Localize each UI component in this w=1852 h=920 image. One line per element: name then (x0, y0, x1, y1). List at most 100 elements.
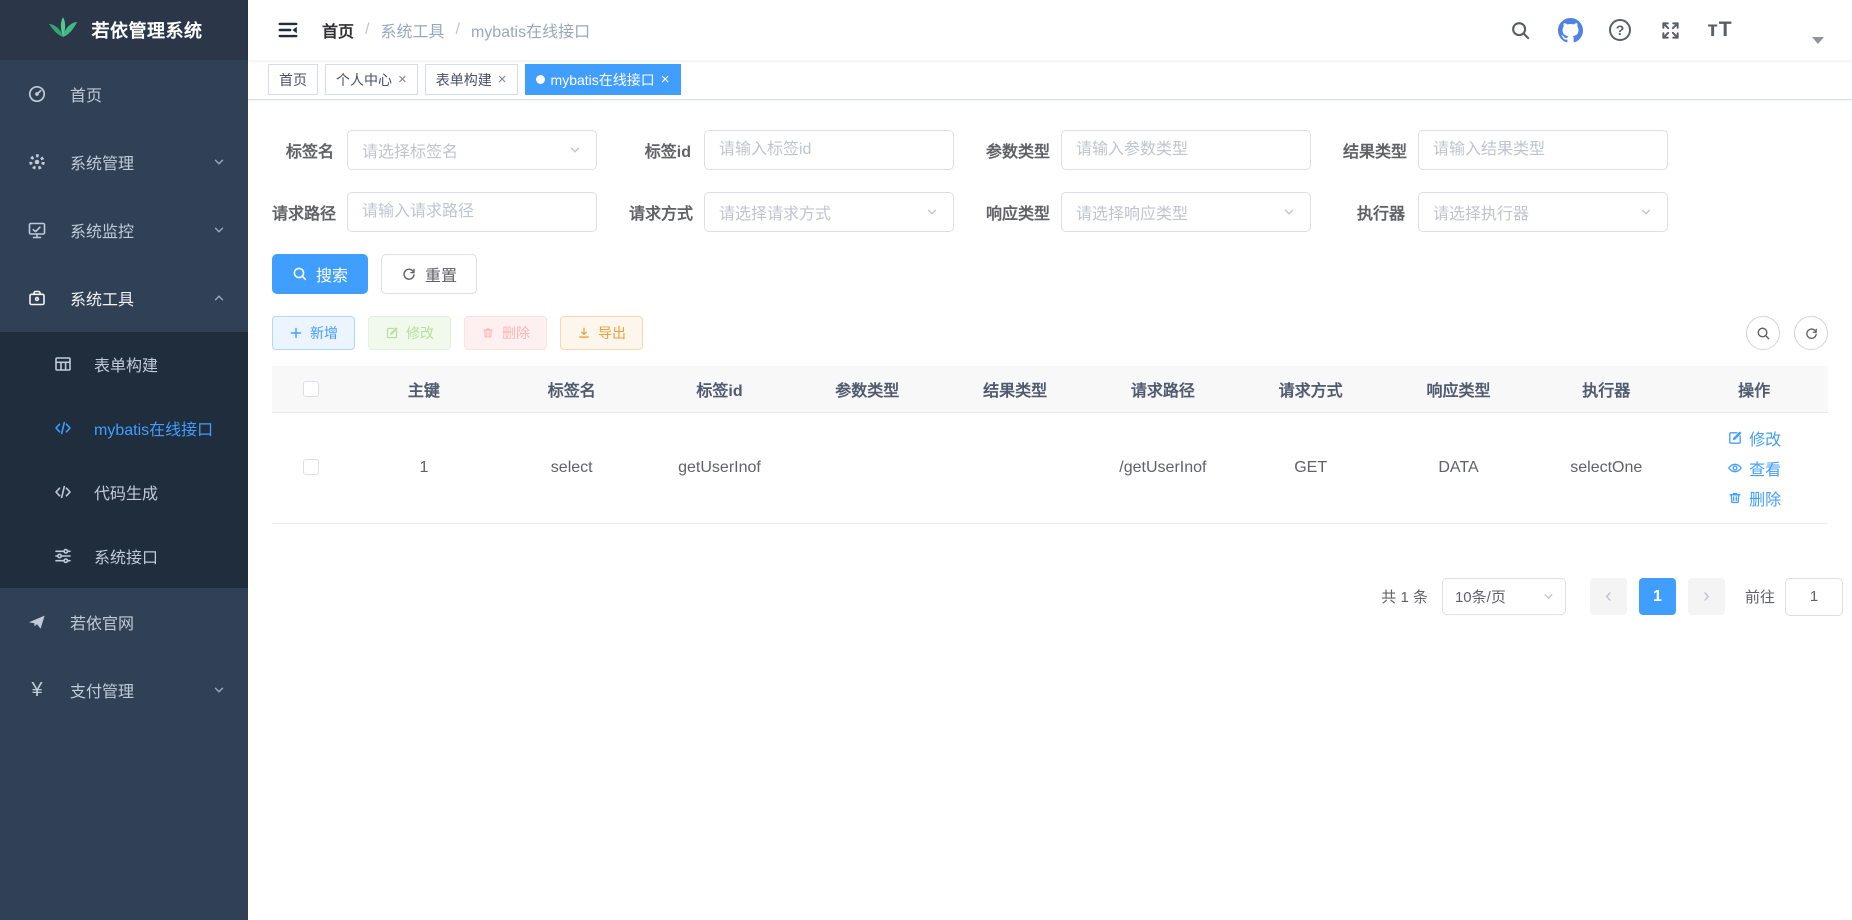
edit-button[interactable]: 修改 (368, 316, 451, 350)
filter-row-1: 标签名 请选择标签名 标签id 参数类型 结果类型 (272, 130, 1828, 170)
page-number-1[interactable]: 1 (1639, 578, 1676, 615)
chevron-up-icon (212, 291, 226, 305)
request-method-select[interactable]: 请选择请求方式 (704, 192, 954, 232)
row-actions: 修改 查看 (1727, 423, 1781, 513)
sidebar-item-label: 代码生成 (94, 480, 158, 504)
row-delete-link[interactable]: 删除 (1727, 483, 1781, 513)
goto-page-input[interactable] (1785, 578, 1843, 616)
filter-label: 参数类型 (986, 138, 1061, 162)
sidebar-item-system-api[interactable]: 系统接口 (0, 524, 248, 588)
tab-profile[interactable]: 个人中心 × (325, 64, 418, 95)
filter-row-2: 请求路径 请求方式 请选择请求方式 响应类型 请选择响应类型 (272, 192, 1828, 232)
close-icon[interactable]: × (661, 72, 670, 87)
sidebar-item-form-builder[interactable]: 表单构建 (0, 332, 248, 396)
chevron-down-icon (925, 205, 939, 219)
filter-label: 请求方式 (629, 200, 704, 224)
app-logo[interactable]: 若依管理系统 (0, 0, 248, 60)
cell-tag-name: select (498, 412, 646, 523)
tab-home[interactable]: 首页 (268, 64, 318, 95)
chevron-down-icon (1639, 205, 1653, 219)
response-type-select[interactable]: 请选择响应类型 (1061, 192, 1311, 232)
avatar[interactable] (1758, 7, 1804, 53)
filter-label: 标签id (629, 138, 704, 162)
table-row: 1 select getUserInof /getUserInof GET DA… (272, 412, 1828, 523)
user-menu[interactable] (1758, 7, 1824, 53)
sidebar-item-system-tools[interactable]: 系统工具 (0, 264, 248, 332)
prev-page-button[interactable]: ‹ (1590, 578, 1627, 615)
filter-executor: 执行器 请选择执行器 (1343, 192, 1668, 232)
tab-form-builder[interactable]: 表单构建 × (425, 64, 518, 95)
chevron-down-icon (212, 683, 226, 697)
pagination: 共 1 条 10条/页 ‹ 1 › 前往 页 (272, 578, 1852, 616)
tags-view-bar: 首页 个人中心 × 表单构建 × mybatis在线接口 × (248, 60, 1852, 100)
sidebar-item-system-monitor[interactable]: 系统监控 (0, 196, 248, 264)
show-search-toggle-icon[interactable] (1746, 316, 1780, 350)
row-edit-link[interactable]: 修改 (1727, 423, 1781, 453)
sidebar-item-label: 表单构建 (94, 352, 158, 376)
cell-primary-key: 1 (350, 412, 498, 523)
topbar: 首页 / 系统工具 / mybatis在线接口 (248, 0, 1852, 60)
fullscreen-icon[interactable] (1650, 8, 1690, 52)
col-header: 参数类型 (793, 366, 941, 412)
select-all-checkbox[interactable] (303, 381, 319, 397)
export-button[interactable]: 导出 (560, 316, 643, 350)
cell-request-path: /getUserInof (1089, 412, 1237, 523)
refresh-table-icon[interactable] (1794, 316, 1828, 350)
table-header-row: 主键 标签名 标签id 参数类型 结果类型 请求路径 请求方式 响应类型 执行器… (272, 366, 1828, 412)
trash-icon (1727, 490, 1743, 506)
breadcrumb: 首页 / 系统工具 / mybatis在线接口 (322, 18, 590, 42)
close-icon[interactable]: × (498, 72, 507, 87)
param-type-input[interactable] (1061, 130, 1311, 170)
cell-tag-id: getUserInof (646, 412, 794, 523)
gear-icon (26, 151, 48, 173)
sidebar-item-home[interactable]: 首页 (0, 60, 248, 128)
sidebar-item-system-manage[interactable]: 系统管理 (0, 128, 248, 196)
font-size-icon[interactable]: тT (1700, 8, 1740, 52)
col-header: 操作 (1680, 366, 1828, 412)
filter-label: 请求路径 (272, 200, 347, 224)
row-checkbox[interactable] (303, 459, 319, 475)
reset-button[interactable]: 重置 (381, 254, 477, 294)
sidebar-item-code-gen[interactable]: 代码生成 (0, 460, 248, 524)
chevron-down-icon (1282, 205, 1296, 219)
tab-label: 首页 (279, 70, 307, 90)
sidebar-item-label: 系统工具 (70, 286, 134, 310)
filter-response-type: 响应类型 请选择响应类型 (986, 192, 1311, 232)
row-view-link[interactable]: 查看 (1727, 453, 1781, 483)
result-type-input[interactable] (1418, 130, 1668, 170)
search-icon[interactable] (1500, 8, 1540, 52)
delete-button[interactable]: 删除 (464, 316, 547, 350)
search-button[interactable]: 搜索 (272, 254, 368, 294)
main-area: 首页 / 系统工具 / mybatis在线接口 (248, 0, 1852, 920)
sidebar-item-mybatis-online[interactable]: mybatis在线接口 (0, 396, 248, 460)
tag-id-input[interactable] (704, 130, 954, 170)
executor-select[interactable]: 请选择执行器 (1418, 192, 1668, 232)
sidebar-toggle-icon[interactable] (266, 8, 310, 52)
next-page-button[interactable]: › (1688, 578, 1725, 615)
topbar-left: 首页 / 系统工具 / mybatis在线接口 (266, 8, 590, 52)
github-icon[interactable] (1550, 8, 1590, 52)
logo-leaf-icon (46, 16, 80, 44)
paper-plane-icon (26, 611, 48, 633)
col-header: 结果类型 (941, 366, 1089, 412)
sidebar-item-payment-manage[interactable]: ¥ 支付管理 (0, 656, 248, 724)
close-icon[interactable]: × (398, 72, 407, 87)
tag-name-select[interactable]: 请选择标签名 (347, 130, 597, 170)
monitor-icon (26, 219, 48, 241)
trash-icon (481, 326, 495, 340)
download-icon (577, 326, 591, 340)
help-icon[interactable]: ? (1600, 8, 1640, 52)
page-size-select[interactable]: 10条/页 (1442, 578, 1566, 615)
data-table: 主键 标签名 标签id 参数类型 结果类型 请求路径 请求方式 响应类型 执行器… (272, 366, 1828, 524)
sidebar-menu: 首页 系统管理 (0, 60, 248, 724)
sidebar-item-official-site[interactable]: 若依官网 (0, 588, 248, 656)
add-button[interactable]: 新增 (272, 316, 355, 350)
sidebar-item-label: 首页 (70, 82, 102, 106)
breadcrumb-system-tools: 系统工具 (380, 18, 444, 42)
col-header: 响应类型 (1385, 366, 1533, 412)
tab-mybatis-online[interactable]: mybatis在线接口 × (525, 64, 681, 95)
request-path-input[interactable] (347, 192, 597, 232)
breadcrumb-home[interactable]: 首页 (322, 18, 354, 42)
toolbox-icon (26, 287, 48, 309)
chevron-down-icon (568, 143, 582, 157)
